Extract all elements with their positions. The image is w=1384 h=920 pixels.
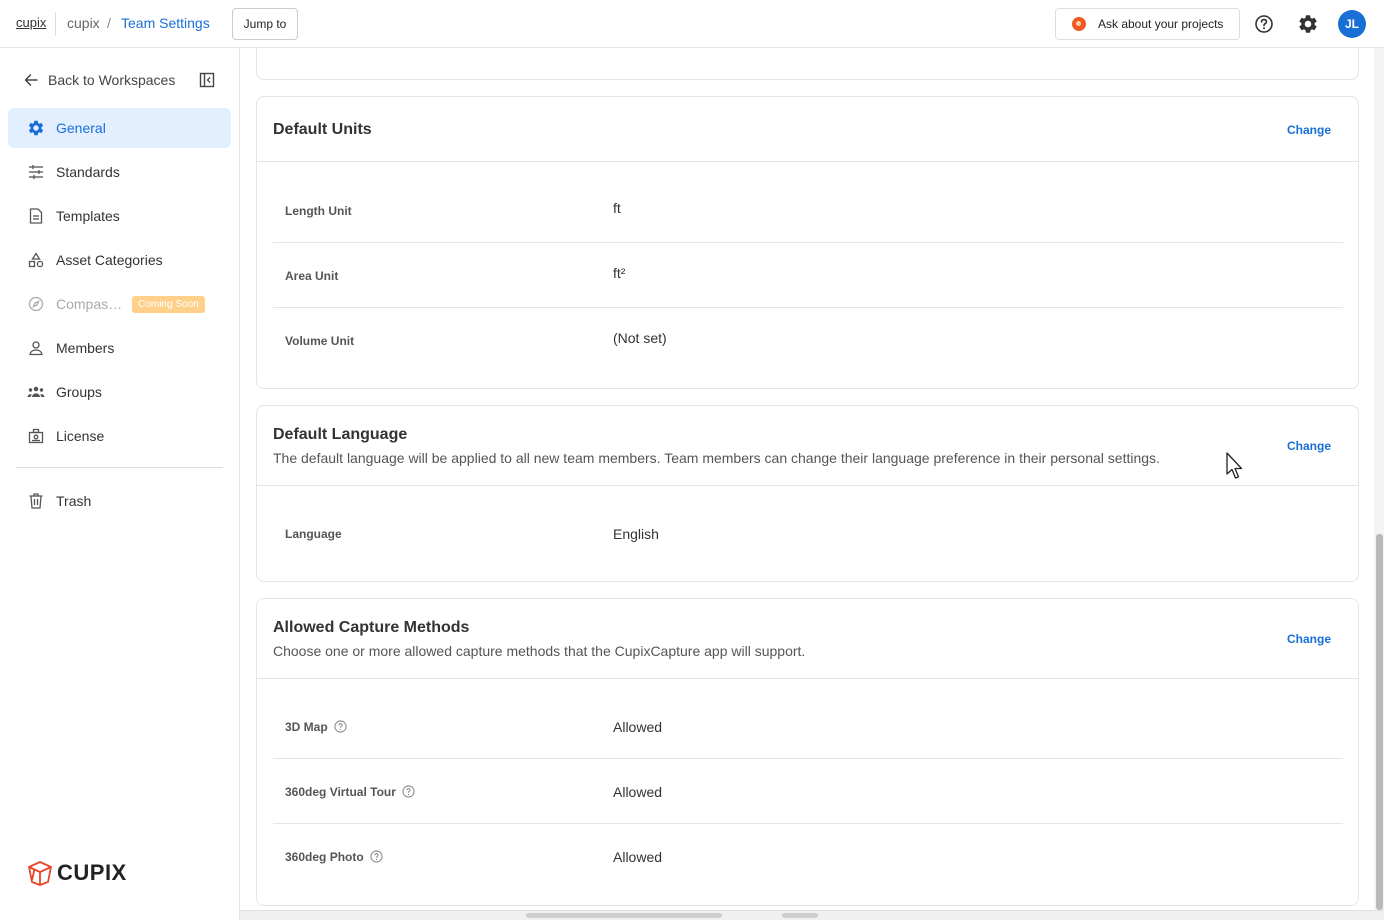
sidebar: Back to Workspaces General Standards Tem… xyxy=(0,48,240,920)
arrow-left-icon xyxy=(24,74,38,86)
sidebar-item-label: Members xyxy=(56,340,115,356)
table-row: Language English xyxy=(273,501,1343,566)
previous-settings-card xyxy=(256,48,1359,80)
user-avatar[interactable]: JL xyxy=(1338,10,1366,38)
row-label-text: 360deg Virtual Tour xyxy=(285,784,396,799)
table-row: 360deg Photo Allowed xyxy=(273,824,1343,889)
row-label-text: 3D Map xyxy=(285,719,328,734)
license-icon xyxy=(27,427,45,445)
sidebar-item-groups[interactable]: Groups xyxy=(8,372,231,412)
question-circle-icon[interactable] xyxy=(402,785,415,798)
cupix-brand-logo: CUPIX xyxy=(26,859,127,887)
card-header: Default Units Change xyxy=(257,97,1358,162)
jump-to-button[interactable]: Jump to xyxy=(232,8,298,40)
shapes-icon xyxy=(27,251,45,269)
card-title: Default Units xyxy=(273,121,372,138)
horizontal-scrollbar-segment xyxy=(782,913,818,918)
row-label: Length Unit xyxy=(285,203,352,218)
row-label: 360deg Virtual Tour xyxy=(285,759,415,824)
sidebar-item-label: Groups xyxy=(56,384,102,400)
sliders-icon xyxy=(27,163,45,181)
row-label: Language xyxy=(285,526,342,541)
card-title: Allowed Capture Methods xyxy=(273,619,470,636)
default-units-card: Default Units Change Length Unit ft Area… xyxy=(256,96,1359,389)
gear-icon xyxy=(27,119,45,137)
row-value: English xyxy=(613,525,659,542)
change-capture-methods-button[interactable]: Change xyxy=(1287,632,1331,646)
row-value: Allowed xyxy=(613,848,663,865)
breadcrumb-separator: / xyxy=(107,15,111,31)
sidebar-item-standards[interactable]: Standards xyxy=(8,152,231,192)
sidebar-item-license[interactable]: License xyxy=(8,416,231,456)
home-logo-link[interactable]: cupix xyxy=(16,15,46,30)
brand-wordmark: CUPIX xyxy=(57,860,127,885)
change-language-button[interactable]: Change xyxy=(1287,439,1331,453)
row-value: Allowed xyxy=(613,783,663,800)
sidebar-item-trash[interactable]: Trash xyxy=(8,481,231,521)
coming-soon-badge: Coming Soon xyxy=(132,295,205,313)
sidebar-item-templates[interactable]: Templates xyxy=(8,196,231,236)
row-label-text: 360deg Photo xyxy=(285,849,364,864)
sidebar-item-asset-categories[interactable]: Asset Categories xyxy=(8,240,231,280)
card-description: Choose one or more allowed capture metho… xyxy=(273,643,806,659)
row-value: (Not set) xyxy=(613,329,667,346)
back-to-workspaces-link[interactable]: Back to Workspaces xyxy=(24,70,175,90)
sidebar-item-label: Asset Categories xyxy=(56,252,163,268)
card-header: Default Language The default language wi… xyxy=(257,406,1358,486)
sidebar-item-label: License xyxy=(56,428,105,444)
breadcrumb-workspace[interactable]: cupix xyxy=(67,15,100,31)
table-row: Area Unit ft² xyxy=(273,243,1343,308)
card-header: Allowed Capture Methods Choose one or mo… xyxy=(257,599,1358,679)
top-bar: cupix cupix / Team Settings Jump to Ask … xyxy=(0,0,1384,48)
sidebar-item-label: Standards xyxy=(56,164,120,180)
horizontal-scrollbar-thumb[interactable] xyxy=(526,913,722,918)
sidebar-item-label: Templates xyxy=(56,208,120,224)
ask-ai-label: Ask about your projects xyxy=(1098,17,1224,31)
ask-ai-button[interactable]: Ask about your projects xyxy=(1055,8,1240,40)
mouse-cursor-icon xyxy=(1226,452,1243,479)
vertical-scrollbar-thumb[interactable] xyxy=(1376,534,1383,910)
default-language-card: Default Language The default language wi… xyxy=(256,405,1359,582)
row-value: ft xyxy=(613,199,621,216)
ai-assistant-icon xyxy=(1072,17,1086,31)
row-label: Area Unit xyxy=(285,268,339,283)
back-label: Back to Workspaces xyxy=(48,72,176,88)
row-value: Allowed xyxy=(613,718,663,735)
sidebar-item-members[interactable]: Members xyxy=(8,328,231,368)
sidebar-item-label: Compas… xyxy=(56,296,123,312)
breadcrumb-current[interactable]: Team Settings xyxy=(121,15,210,31)
settings-gear-icon[interactable] xyxy=(1297,13,1319,35)
cupix-logo-icon xyxy=(28,861,52,886)
table-row: Length Unit ft xyxy=(273,178,1343,243)
help-icon[interactable] xyxy=(1254,14,1274,34)
question-circle-icon[interactable] xyxy=(370,850,383,863)
person-icon xyxy=(27,339,45,357)
divider xyxy=(55,12,56,36)
change-units-button[interactable]: Change xyxy=(1287,123,1331,137)
row-label: Volume Unit xyxy=(285,333,355,348)
sidebar-item-label: General xyxy=(56,120,106,136)
card-title: Default Language xyxy=(273,426,408,443)
row-label: 360deg Photo xyxy=(285,824,383,889)
allowed-capture-methods-card: Allowed Capture Methods Choose one or mo… xyxy=(256,598,1359,906)
main-content: Default Units Change Length Unit ft Area… xyxy=(240,48,1374,910)
question-circle-icon[interactable] xyxy=(334,720,347,733)
compass-icon xyxy=(27,295,45,313)
sidebar-divider xyxy=(16,467,223,468)
card-description: The default language will be applied to … xyxy=(273,450,1160,466)
sidebar-item-general[interactable]: General xyxy=(8,108,231,148)
row-label: 3D Map xyxy=(285,694,347,759)
table-row: 360deg Virtual Tour Allowed xyxy=(273,759,1343,824)
collapse-sidebar-icon[interactable] xyxy=(199,72,215,88)
group-icon xyxy=(27,383,45,401)
row-value: ft² xyxy=(613,264,626,281)
sidebar-item-label: Trash xyxy=(56,493,92,509)
sidebar-item-compass: Compas… Coming Soon xyxy=(8,284,231,324)
table-row: Volume Unit (Not set) xyxy=(273,308,1343,373)
trash-icon xyxy=(27,492,45,510)
table-row: 3D Map Allowed xyxy=(273,694,1343,759)
document-icon xyxy=(27,207,45,225)
